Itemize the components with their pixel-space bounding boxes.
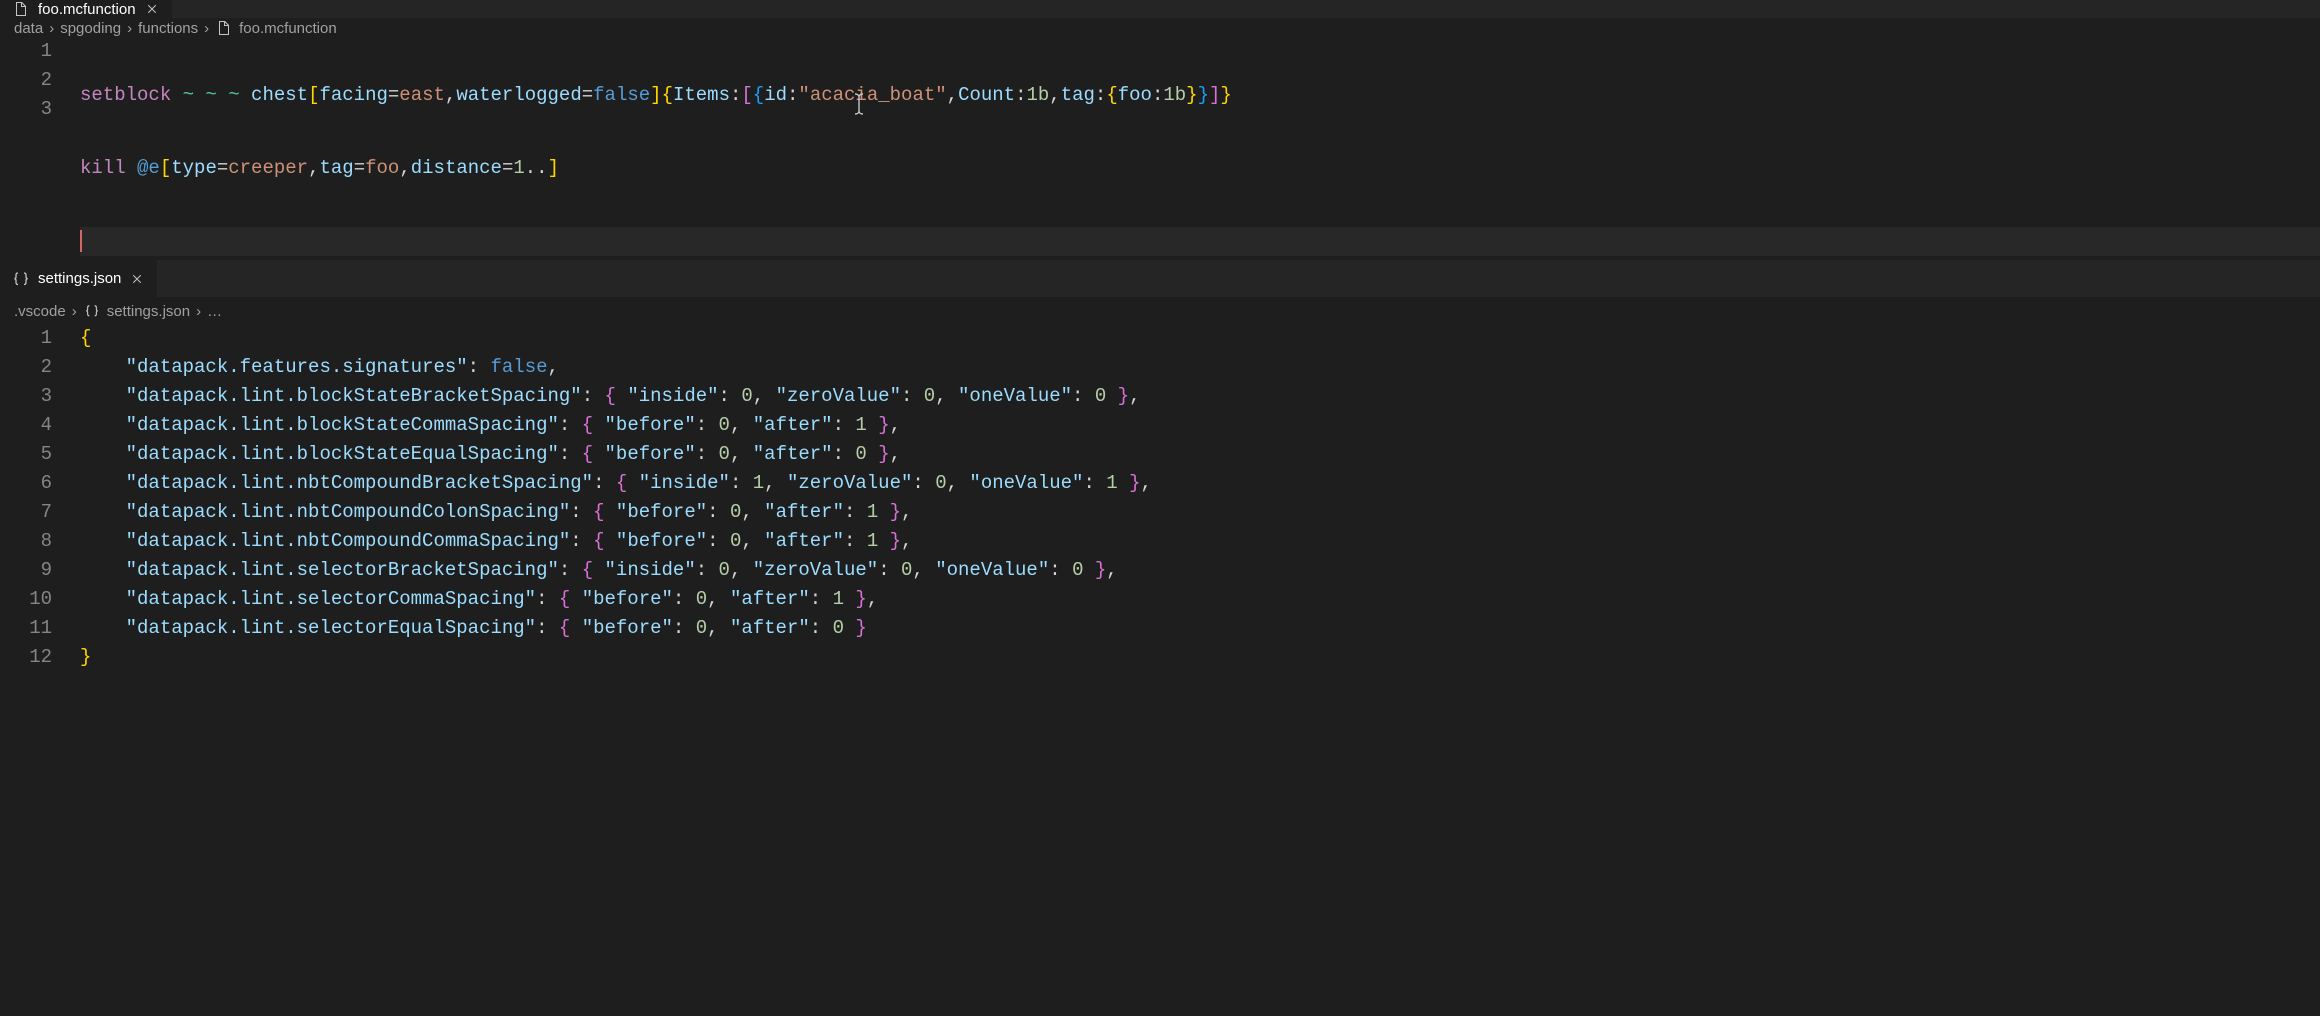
- file-icon: [215, 19, 233, 37]
- tab-label: foo.mcfunction: [38, 1, 136, 18]
- chevron-right-icon: ›: [49, 20, 54, 37]
- line-number: 9: [0, 556, 52, 585]
- chevron-right-icon: ›: [204, 20, 209, 37]
- code-line[interactable]: }: [80, 643, 2320, 672]
- code-line[interactable]: "datapack.lint.blockStateCommaSpacing": …: [80, 411, 2320, 440]
- breadcrumb-item[interactable]: foo.mcfunction: [215, 19, 337, 37]
- close-icon[interactable]: [144, 1, 160, 17]
- code-line[interactable]: "datapack.features.signatures": false,: [80, 353, 2320, 382]
- line-number: 11: [0, 614, 52, 643]
- code-line[interactable]: "datapack.lint.blockStateBracketSpacing"…: [80, 382, 2320, 411]
- code-line[interactable]: "datapack.lint.selectorCommaSpacing": { …: [80, 585, 2320, 614]
- breadcrumb-top[interactable]: data › spgoding › functions › foo.mcfunc…: [0, 19, 2320, 37]
- code-line[interactable]: setblock ~ ~ ~ chest[facing=east,waterlo…: [80, 81, 2320, 110]
- breadcrumb-item[interactable]: spgoding: [60, 20, 121, 37]
- breadcrumb-label: foo.mcfunction: [239, 20, 337, 37]
- line-number: 4: [0, 411, 52, 440]
- line-number: 3: [0, 95, 52, 124]
- line-number: 1: [0, 37, 52, 66]
- editor-top[interactable]: 1 2 3 setblock ~ ~ ~ chest[facing=east,w…: [0, 37, 2320, 322]
- line-number: 10: [0, 585, 52, 614]
- code-line[interactable]: {: [80, 324, 2320, 353]
- line-number: 2: [0, 66, 52, 95]
- line-number: 2: [0, 353, 52, 382]
- code-line[interactable]: kill @e[type=creeper,tag=foo,distance=1.…: [80, 154, 2320, 183]
- breadcrumb-item[interactable]: functions: [138, 20, 198, 37]
- line-number: 6: [0, 469, 52, 498]
- line-number: 7: [0, 498, 52, 527]
- code-area[interactable]: { "datapack.features.signatures": false,…: [80, 324, 2320, 1016]
- code-area[interactable]: setblock ~ ~ ~ chest[facing=east,waterlo…: [80, 37, 2320, 322]
- line-number: 1: [0, 324, 52, 353]
- line-number: 5: [0, 440, 52, 469]
- line-number: 8: [0, 527, 52, 556]
- code-line-current[interactable]: [80, 227, 2320, 256]
- tab-foo-mcfunction[interactable]: foo.mcfunction: [0, 0, 173, 18]
- breadcrumb-item[interactable]: data: [14, 20, 43, 37]
- editor-pane-top: foo.mcfunction data › spgoding › functio…: [0, 0, 2320, 260]
- tab-bar-top: foo.mcfunction: [0, 0, 2320, 19]
- chevron-right-icon: ›: [127, 20, 132, 37]
- file-icon: [12, 0, 30, 18]
- code-line[interactable]: "datapack.lint.selectorEqualSpacing": { …: [80, 614, 2320, 643]
- code-line[interactable]: "datapack.lint.selectorBracketSpacing": …: [80, 556, 2320, 585]
- editor-pane-bottom: settings.json .vscode › settings.json › …: [0, 260, 2320, 1016]
- editor-bottom[interactable]: 123456789101112 { "datapack.features.sig…: [0, 324, 2320, 1016]
- gutter: 1 2 3: [0, 37, 80, 322]
- code-line[interactable]: "datapack.lint.nbtCompoundBracketSpacing…: [80, 469, 2320, 498]
- gutter: 123456789101112: [0, 324, 80, 1016]
- line-number: 12: [0, 643, 52, 672]
- code-line[interactable]: "datapack.lint.nbtCompoundColonSpacing":…: [80, 498, 2320, 527]
- code-line[interactable]: "datapack.lint.nbtCompoundCommaSpacing":…: [80, 527, 2320, 556]
- code-line[interactable]: "datapack.lint.blockStateEqualSpacing": …: [80, 440, 2320, 469]
- line-number: 3: [0, 382, 52, 411]
